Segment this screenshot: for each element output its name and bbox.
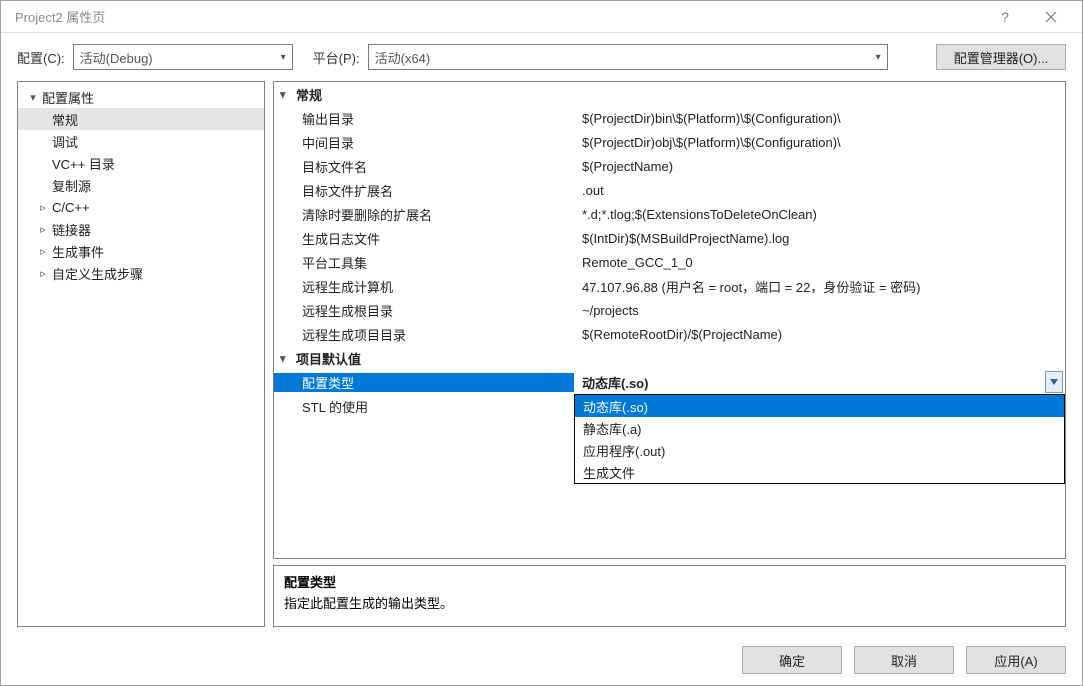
tree-item[interactable]: 常规: [18, 108, 264, 130]
tree-item-label: 生成事件: [50, 242, 104, 261]
dropdown-button[interactable]: [1045, 371, 1063, 393]
tree-item[interactable]: ▹自定义生成步骤: [18, 262, 264, 284]
expand-icon: ▹: [36, 245, 50, 258]
expand-icon: ▹: [36, 267, 50, 280]
category-name: 项目默认值: [296, 349, 361, 368]
property-value[interactable]: $(ProjectDir)bin\$(Platform)\$(Configura…: [574, 111, 1065, 126]
tree-item-label: 调试: [50, 132, 78, 151]
tree-item-label: C/C++: [50, 200, 90, 215]
dropdown-option[interactable]: 应用程序(.out): [575, 439, 1064, 461]
tree-item[interactable]: ▹C/C++: [18, 196, 264, 218]
expand-icon: ▹: [36, 201, 50, 214]
tree-item[interactable]: 调试: [18, 130, 264, 152]
category-header[interactable]: ▾项目默认值: [274, 346, 1065, 370]
property-row[interactable]: 平台工具集Remote_GCC_1_0: [274, 250, 1065, 274]
property-name: 配置类型: [274, 373, 574, 392]
property-name: 生成日志文件: [274, 229, 574, 248]
property-name: 平台工具集: [274, 253, 574, 272]
property-row[interactable]: 清除时要删除的扩展名*.d;*.tlog;$(ExtensionsToDelet…: [274, 202, 1065, 226]
apply-button[interactable]: 应用(A): [966, 646, 1066, 674]
tree-root-label: 配置属性: [40, 88, 94, 107]
property-value[interactable]: 47.107.96.88 (用户名 = root，端口 = 22，身份验证 = …: [574, 277, 1065, 296]
collapse-icon: ▾: [26, 91, 40, 104]
property-name: 输出目录: [274, 109, 574, 128]
collapse-icon: ▾: [280, 352, 296, 365]
property-name: 清除时要删除的扩展名: [274, 205, 574, 224]
chevron-down-icon: [1050, 379, 1058, 385]
config-combo[interactable]: 活动(Debug) ▾: [73, 44, 293, 70]
property-row[interactable]: 配置类型动态库(.so): [274, 370, 1065, 394]
dropdown-option[interactable]: 静态库(.a): [575, 417, 1064, 439]
body: ▾ 配置属性 常规调试VC++ 目录复制源▹C/C++▹链接器▹生成事件▹自定义…: [1, 81, 1082, 635]
property-name: 中间目录: [274, 133, 574, 152]
property-row[interactable]: 目标文件名$(ProjectName): [274, 154, 1065, 178]
property-value[interactable]: .out: [574, 183, 1065, 198]
property-row[interactable]: 远程生成项目目录$(RemoteRootDir)/$(ProjectName): [274, 322, 1065, 346]
property-value[interactable]: *.d;*.tlog;$(ExtensionsToDeleteOnClean): [574, 207, 1065, 222]
tree-item[interactable]: 复制源: [18, 174, 264, 196]
chevron-down-icon: ▾: [281, 52, 286, 63]
property-name: 远程生成根目录: [274, 301, 574, 320]
property-value[interactable]: $(ProjectDir)obj\$(Platform)\$(Configura…: [574, 135, 1065, 150]
config-manager-button[interactable]: 配置管理器(O)...: [936, 44, 1066, 70]
property-name: 远程生成计算机: [274, 277, 574, 296]
close-icon: [1045, 11, 1057, 23]
chevron-down-icon: ▾: [876, 52, 881, 63]
right-column: ▾常规输出目录$(ProjectDir)bin\$(Platform)\$(Co…: [273, 81, 1066, 627]
tree: ▾ 配置属性 常规调试VC++ 目录复制源▹C/C++▹链接器▹生成事件▹自定义…: [18, 82, 264, 288]
platform-label: 平台(P):: [313, 48, 360, 67]
property-value[interactable]: $(ProjectName): [574, 159, 1065, 174]
help-button[interactable]: ?: [982, 1, 1028, 33]
property-value[interactable]: ~/projects: [574, 303, 1065, 318]
dropdown-option[interactable]: 动态库(.so): [575, 395, 1064, 417]
toolbar: 配置(C): 活动(Debug) ▾ 平台(P): 活动(x64) ▾ 配置管理…: [1, 33, 1082, 81]
property-row[interactable]: 远程生成根目录~/projects: [274, 298, 1065, 322]
ok-button[interactable]: 确定: [742, 646, 842, 674]
dialog-window: Project2 属性页 ? 配置(C): 活动(Debug) ▾ 平台(P):…: [0, 0, 1083, 686]
property-value[interactable]: $(IntDir)$(MSBuildProjectName).log: [574, 231, 1065, 246]
property-value[interactable]: 动态库(.so): [574, 373, 1045, 392]
platform-combo[interactable]: 活动(x64) ▾: [368, 44, 888, 70]
property-row[interactable]: 目标文件扩展名.out: [274, 178, 1065, 202]
collapse-icon: ▾: [280, 88, 296, 101]
tree-item[interactable]: ▹生成事件: [18, 240, 264, 262]
tree-item-label: 自定义生成步骤: [50, 264, 143, 283]
category-name: 常规: [296, 85, 322, 104]
property-name: 目标文件名: [274, 157, 574, 176]
tree-item[interactable]: ▹链接器: [18, 218, 264, 240]
expand-icon: ▹: [36, 223, 50, 236]
property-name: 目标文件扩展名: [274, 181, 574, 200]
description-panel: 配置类型 指定此配置生成的输出类型。: [273, 565, 1066, 627]
category-header[interactable]: ▾常规: [274, 82, 1065, 106]
titlebar: Project2 属性页 ?: [1, 1, 1082, 33]
close-button[interactable]: [1028, 1, 1074, 33]
tree-item-label: 链接器: [50, 220, 91, 239]
config-type-dropdown[interactable]: 动态库(.so)静态库(.a)应用程序(.out)生成文件: [574, 394, 1065, 484]
config-value: 活动(Debug): [80, 48, 281, 67]
property-row[interactable]: 生成日志文件$(IntDir)$(MSBuildProjectName).log: [274, 226, 1065, 250]
property-name: 远程生成项目目录: [274, 325, 574, 344]
tree-item-label: 常规: [50, 110, 78, 129]
property-grid: ▾常规输出目录$(ProjectDir)bin\$(Platform)\$(Co…: [273, 81, 1066, 559]
tree-item-label: 复制源: [50, 176, 91, 195]
platform-value: 活动(x64): [375, 48, 876, 67]
window-title: Project2 属性页: [9, 7, 982, 26]
config-label: 配置(C):: [17, 48, 65, 67]
tree-item[interactable]: VC++ 目录: [18, 152, 264, 174]
dropdown-option[interactable]: 生成文件: [575, 461, 1064, 483]
description-text: 指定此配置生成的输出类型。: [284, 593, 1055, 612]
description-title: 配置类型: [284, 572, 1055, 591]
property-name: STL 的使用: [274, 397, 574, 416]
cancel-button[interactable]: 取消: [854, 646, 954, 674]
property-value[interactable]: Remote_GCC_1_0: [574, 255, 1065, 270]
tree-item-label: VC++ 目录: [50, 154, 115, 173]
sidebar: ▾ 配置属性 常规调试VC++ 目录复制源▹C/C++▹链接器▹生成事件▹自定义…: [17, 81, 265, 627]
property-row[interactable]: 中间目录$(ProjectDir)obj\$(Platform)\$(Confi…: [274, 130, 1065, 154]
property-row[interactable]: 远程生成计算机47.107.96.88 (用户名 = root，端口 = 22，…: [274, 274, 1065, 298]
property-value[interactable]: $(RemoteRootDir)/$(ProjectName): [574, 327, 1065, 342]
tree-root[interactable]: ▾ 配置属性: [18, 86, 264, 108]
property-row[interactable]: 输出目录$(ProjectDir)bin\$(Platform)\$(Confi…: [274, 106, 1065, 130]
footer: 确定 取消 应用(A): [1, 635, 1082, 685]
